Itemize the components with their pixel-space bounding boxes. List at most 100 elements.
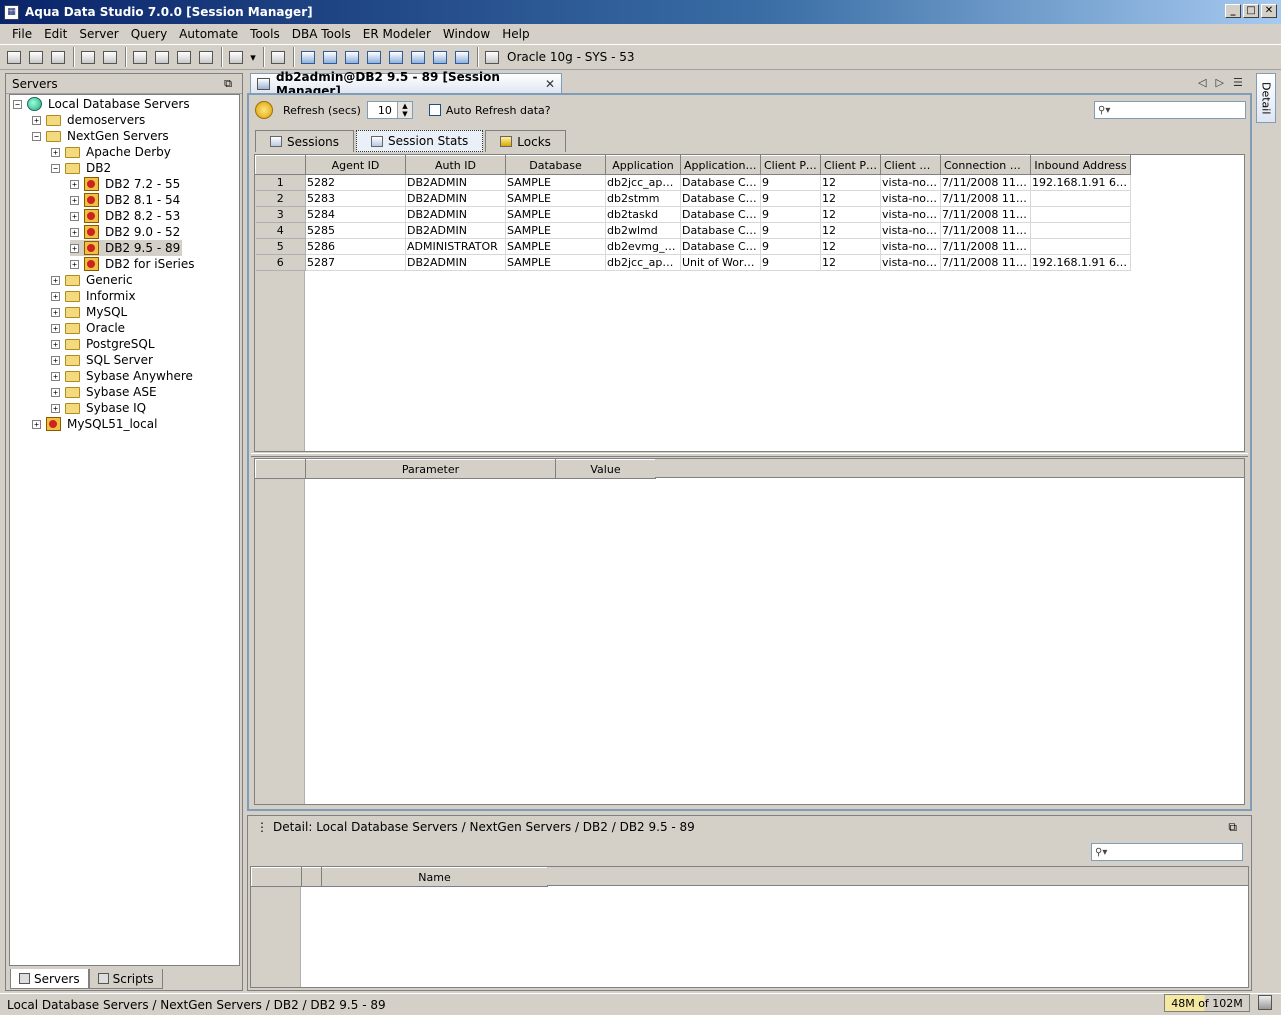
lock-manager-icon[interactable] xyxy=(408,47,428,67)
column-header[interactable]: Client Pl... xyxy=(820,155,881,175)
disconnect-icon[interactable] xyxy=(100,47,120,67)
table-cell[interactable]: 7/11/2008 11:1... xyxy=(940,206,1031,223)
table-cell[interactable]: SAMPLE xyxy=(505,254,606,271)
filter-search-input[interactable]: ⚲▾ xyxy=(1094,101,1246,119)
menu-tools[interactable]: Tools xyxy=(244,27,286,41)
table-cell[interactable]: Database Co... xyxy=(680,222,761,239)
table-cell[interactable]: DB2ADMIN xyxy=(405,254,506,271)
connect-icon[interactable] xyxy=(78,47,98,67)
collapse-icon[interactable]: − xyxy=(51,163,60,173)
splitter[interactable] xyxy=(251,453,1248,457)
table-cell[interactable]: 5283 xyxy=(305,190,406,207)
menu-file[interactable]: File xyxy=(6,27,38,41)
table-cell[interactable]: vista-not... xyxy=(880,222,941,239)
expand-icon[interactable]: + xyxy=(51,323,60,333)
tab-locks[interactable]: Locks xyxy=(485,130,566,152)
menu-help[interactable]: Help xyxy=(496,27,535,41)
tree-node[interactable]: + DB2 7.2 - 55 xyxy=(70,176,182,192)
tree-node[interactable]: − DB2 xyxy=(51,160,113,176)
table-cell[interactable]: 7/11/2008 11:1... xyxy=(940,174,1031,191)
table-cell[interactable]: 12 xyxy=(820,206,881,223)
server-properties-icon[interactable] xyxy=(48,47,68,67)
column-header[interactable]: Auth ID xyxy=(405,155,506,175)
table-cell[interactable] xyxy=(1030,190,1131,207)
table-cell[interactable]: 9 xyxy=(760,222,821,239)
compare-icon[interactable] xyxy=(196,47,216,67)
table-cell[interactable]: Unit of Work ... xyxy=(680,254,761,271)
previous-tab-icon[interactable]: ◁ xyxy=(1198,76,1206,89)
spinner-arrows-icon[interactable]: ▲ ▼ xyxy=(396,102,412,118)
table-cell[interactable]: vista-not... xyxy=(880,206,941,223)
dropdown-arrow-icon[interactable]: ▾ xyxy=(248,47,258,67)
table-cell[interactable]: SAMPLE xyxy=(505,190,606,207)
table-row[interactable]: 4 5285 DB2ADMIN SAMPLE db2wlmd Database Co...… xyxy=(255,222,1131,239)
tree-node[interactable]: + DB2 9.0 - 52 xyxy=(70,224,182,240)
tree-node[interactable]: + Sybase Anywhere xyxy=(51,368,195,384)
name-column-header[interactable]: Name xyxy=(321,867,548,887)
table-cell[interactable]: 12 xyxy=(820,190,881,207)
menu-dba-tools[interactable]: DBA Tools xyxy=(286,27,357,41)
expand-icon[interactable]: + xyxy=(70,195,79,205)
expand-icon[interactable]: + xyxy=(70,227,79,237)
table-cell[interactable]: vista-not... xyxy=(880,254,941,271)
tree-node[interactable]: + MySQL xyxy=(51,304,129,320)
table-cell[interactable] xyxy=(1030,206,1131,223)
table-cell[interactable]: db2wlmd xyxy=(605,222,681,239)
table-cell[interactable]: db2taskd xyxy=(605,206,681,223)
detail-sidebar-tab[interactable]: Detail xyxy=(1256,73,1276,123)
table-cell[interactable]: Database Co... xyxy=(680,238,761,255)
tree-node[interactable]: + MySQL51_local xyxy=(32,416,159,432)
security-manager-icon[interactable] xyxy=(320,47,340,67)
expand-icon[interactable]: + xyxy=(51,403,60,413)
tab-servers[interactable]: Servers xyxy=(10,969,89,989)
table-row[interactable]: 5 5286 ADMINISTRATOR SAMPLE db2evmg_D... Data… xyxy=(255,238,1131,255)
expand-icon[interactable]: + xyxy=(51,307,60,317)
table-cell[interactable]: Database Co... xyxy=(680,206,761,223)
restore-detail-icon[interactable]: ⧉ xyxy=(1228,820,1237,835)
expand-icon[interactable]: + xyxy=(51,371,60,381)
table-row[interactable]: 6 5287 DB2ADMIN SAMPLE db2jcc_appli... Unit o… xyxy=(255,254,1131,271)
table-cell[interactable]: 7/11/2008 11:1... xyxy=(940,238,1031,255)
close-button[interactable]: ✕ xyxy=(1261,4,1277,18)
table-cell[interactable]: 12 xyxy=(820,174,881,191)
connection-label[interactable]: Oracle 10g - SYS - 53 xyxy=(507,50,635,64)
table-cell[interactable]: SAMPLE xyxy=(505,222,606,239)
column-header[interactable]: Application S... xyxy=(680,155,761,175)
performance-icon[interactable] xyxy=(430,47,450,67)
parameter-column-header[interactable]: Parameter xyxy=(305,459,556,479)
table-cell[interactable]: SAMPLE xyxy=(505,206,606,223)
column-header[interactable]: Client Pr... xyxy=(760,155,821,175)
session-manager-icon[interactable] xyxy=(386,47,406,67)
tree-node[interactable]: + DB2 9.5 - 89 xyxy=(70,240,183,256)
table-cell[interactable]: 12 xyxy=(820,238,881,255)
script-icon[interactable] xyxy=(226,47,246,67)
table-cell[interactable]: DB2ADMIN xyxy=(405,174,506,191)
table-cell[interactable]: 5282 xyxy=(305,174,406,191)
table-cell[interactable]: 5284 xyxy=(305,206,406,223)
server-tree[interactable]: − Local Database Servers + demoservers − Next… xyxy=(9,94,240,966)
tree-node[interactable]: − Local Database Servers xyxy=(13,96,192,112)
garbage-collect-icon[interactable] xyxy=(1258,995,1272,1010)
table-cell[interactable]: 9 xyxy=(760,190,821,207)
table-cell[interactable]: Database Co... xyxy=(680,190,761,207)
expand-icon[interactable]: + xyxy=(51,355,60,365)
expand-icon[interactable]: + xyxy=(51,387,60,397)
value-column-header[interactable]: Value xyxy=(555,459,656,479)
table-cell[interactable]: 9 xyxy=(760,174,821,191)
tree-node[interactable]: + DB2 8.1 - 54 xyxy=(70,192,182,208)
detail-search-input[interactable]: ⚲▾ xyxy=(1091,843,1243,861)
table-cell[interactable]: db2evmg_D... xyxy=(605,238,681,255)
table-cell[interactable]: db2jcc_appli... xyxy=(605,174,681,191)
table-row[interactable]: 2 5283 DB2ADMIN SAMPLE db2stmm Database Co...… xyxy=(255,190,1131,207)
tree-node[interactable]: + Sybase IQ xyxy=(51,400,148,416)
table-manager-icon[interactable] xyxy=(364,47,384,67)
storage-manager-icon[interactable] xyxy=(298,47,318,67)
tab-list-icon[interactable]: ☰ xyxy=(1233,76,1243,89)
table-cell[interactable] xyxy=(1030,238,1131,255)
column-header[interactable]: Database xyxy=(505,155,606,175)
table-cell[interactable]: vista-not... xyxy=(880,238,941,255)
tree-node[interactable]: − NextGen Servers xyxy=(32,128,171,144)
table-cell[interactable]: 5286 xyxy=(305,238,406,255)
tab-session-stats[interactable]: Session Stats xyxy=(356,130,484,152)
table-cell[interactable]: 9 xyxy=(760,238,821,255)
